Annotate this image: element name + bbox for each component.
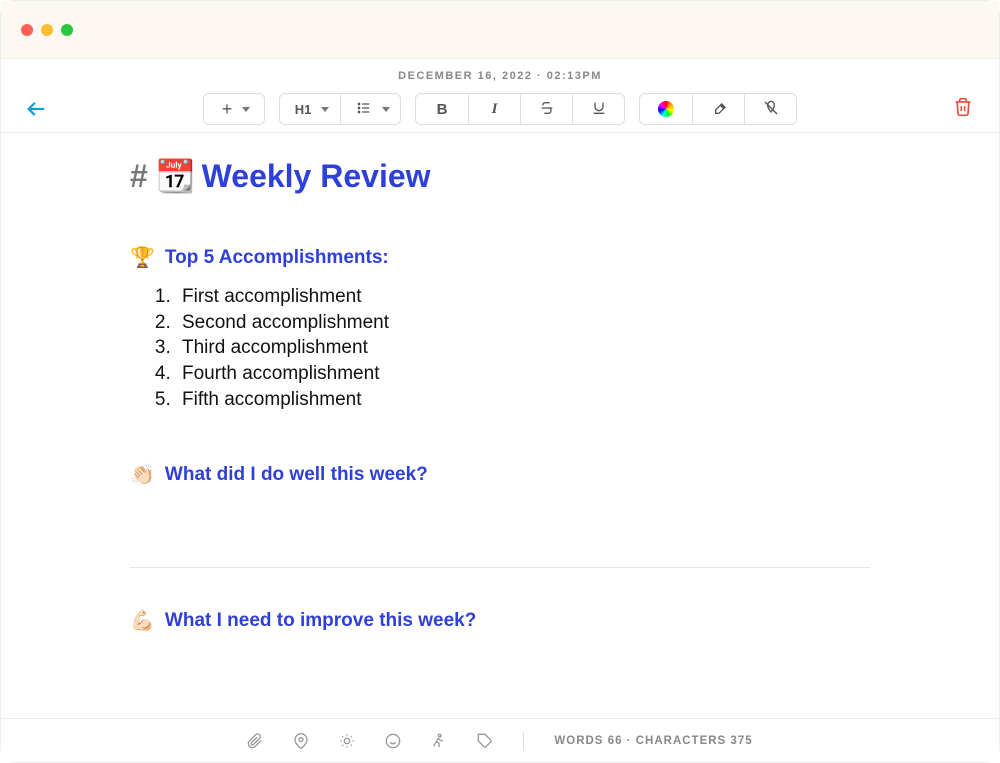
insert-group: + <box>203 93 265 125</box>
back-button[interactable] <box>21 94 51 124</box>
list-item[interactable]: Fourth accomplishment <box>176 361 870 387</box>
heading-marker: # <box>130 158 148 195</box>
list-item[interactable]: First accomplishment <box>176 284 870 310</box>
maximize-window-button[interactable] <box>61 24 73 36</box>
highlighter-icon <box>711 100 727 119</box>
activity-button[interactable] <box>431 733 447 749</box>
bold-icon: B <box>437 101 448 118</box>
title-text: Weekly Review <box>202 158 431 195</box>
list-select[interactable] <box>340 94 400 124</box>
heading-label: H1 <box>295 102 312 117</box>
italic-button[interactable]: I <box>468 94 520 124</box>
separator <box>523 732 524 750</box>
trophy-emoji: 🏆 <box>130 245 155 270</box>
list-icon <box>356 100 372 119</box>
section-heading-text: What I need to improve this week? <box>165 610 476 632</box>
color-wheel-icon <box>658 101 674 117</box>
document-title[interactable]: # 📆 Weekly Review <box>130 157 870 195</box>
underline-icon <box>591 100 607 119</box>
calendar-emoji: 📆 <box>156 157 196 195</box>
accomplishments-list[interactable]: First accomplishment Second accomplishme… <box>176 284 870 412</box>
italic-icon: I <box>492 101 498 118</box>
list-item[interactable]: Second accomplishment <box>176 310 870 336</box>
section-did-well-heading[interactable]: 👏🏻 What did I do well this week? <box>130 462 870 487</box>
delete-button[interactable] <box>947 90 979 129</box>
insert-button[interactable]: + <box>204 94 264 124</box>
tag-button[interactable] <box>477 733 493 749</box>
plus-icon: + <box>222 100 233 118</box>
chevron-down-icon <box>242 107 250 112</box>
section-heading-text: Top 5 Accomplishments: <box>165 247 389 269</box>
word-count: WORDS 66 · CHARACTERS 375 <box>554 735 752 747</box>
chevron-down-icon <box>321 107 329 112</box>
divider <box>130 567 870 568</box>
text-color-button[interactable] <box>640 94 692 124</box>
block-format-group: H1 <box>279 93 401 125</box>
heading-select[interactable]: H1 <box>280 94 340 124</box>
section-improve-heading[interactable]: 💪🏻 What I need to improve this week? <box>130 608 870 633</box>
strikethrough-icon <box>539 100 555 119</box>
close-window-button[interactable] <box>21 24 33 36</box>
underline-button[interactable] <box>572 94 624 124</box>
clap-emoji: 👏🏻 <box>130 462 155 487</box>
clear-format-button[interactable] <box>744 94 796 124</box>
window-titlebar <box>1 1 999 59</box>
flex-emoji: 💪🏻 <box>130 608 155 633</box>
status-icons <box>247 733 493 749</box>
location-button[interactable] <box>293 733 309 749</box>
weather-button[interactable] <box>339 733 355 749</box>
editor-content[interactable]: # 📆 Weekly Review 🏆 Top 5 Accomplishment… <box>130 133 870 693</box>
mood-button[interactable] <box>385 733 401 749</box>
chevron-down-icon <box>382 107 390 112</box>
color-group <box>639 93 797 125</box>
text-format-group: B I <box>415 93 625 125</box>
section-accomplishments-heading[interactable]: 🏆 Top 5 Accomplishments: <box>130 245 870 270</box>
eyedropper-off-icon <box>763 100 779 119</box>
highlight-button[interactable] <box>692 94 744 124</box>
attachment-button[interactable] <box>247 733 263 749</box>
bold-button[interactable]: B <box>416 94 468 124</box>
list-item[interactable]: Third accomplishment <box>176 335 870 361</box>
list-item[interactable]: Fifth accomplishment <box>176 387 870 413</box>
strikethrough-button[interactable] <box>520 94 572 124</box>
entry-date-label: DECEMBER 16, 2022 · 02:13PM <box>1 59 999 86</box>
section-heading-text: What did I do well this week? <box>165 464 428 486</box>
status-bar: WORDS 66 · CHARACTERS 375 <box>1 718 999 762</box>
minimize-window-button[interactable] <box>41 24 53 36</box>
editor-toolbar: + H1 B I <box>1 86 999 133</box>
